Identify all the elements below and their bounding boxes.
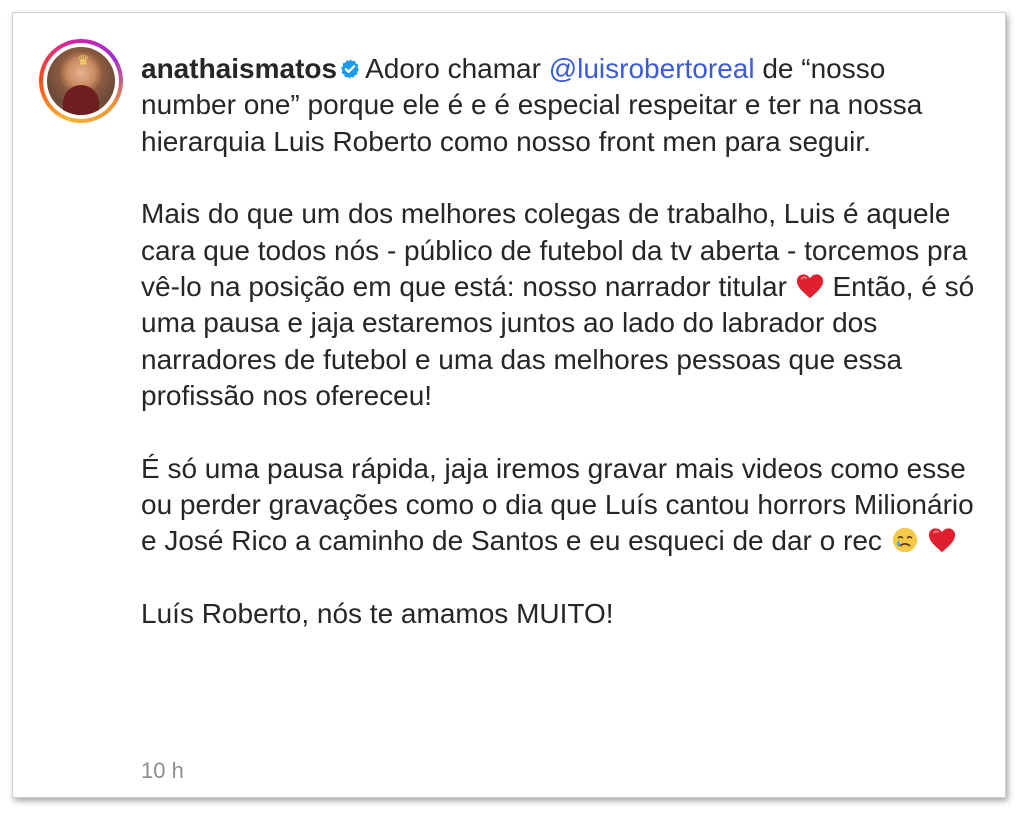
caption-paragraph-3: É só uma pausa rápida, jaja iremos grava… — [141, 451, 987, 560]
caption-paragraph-1: anathaismatos Adoro chamar @luisrobertore… — [141, 51, 987, 160]
crown-icon: ♛ — [77, 53, 90, 69]
username-link[interactable]: anathaismatos — [141, 53, 337, 84]
crying-face-emoji-icon — [892, 528, 917, 553]
post-timestamp[interactable]: 10 h — [141, 758, 184, 784]
heart-emoji-icon-2 — [929, 528, 956, 553]
caption-text-start: Adoro chamar — [365, 53, 549, 84]
caption: anathaismatos Adoro chamar @luisrobertore… — [141, 51, 987, 632]
verified-badge-icon — [341, 59, 360, 79]
post-card: ♛ anathaismatos Adoro chamar @luisroberto… — [12, 12, 1006, 798]
heart-emoji-icon — [796, 274, 823, 299]
caption-paragraph-2: Mais do que um dos melhores colegas de t… — [141, 196, 987, 414]
mention-link[interactable]: @luisrobertoreal — [549, 53, 755, 84]
avatar-border: ♛ — [43, 43, 119, 119]
avatar-figure — [63, 85, 99, 115]
avatar[interactable]: ♛ — [47, 47, 115, 115]
caption-paragraph-4: Luís Roberto, nós te amamos MUITO! — [141, 597, 614, 629]
story-ring[interactable]: ♛ — [39, 39, 123, 123]
paragraph-3-text: É só uma pausa rápida, jaja iremos grava… — [141, 452, 974, 557]
